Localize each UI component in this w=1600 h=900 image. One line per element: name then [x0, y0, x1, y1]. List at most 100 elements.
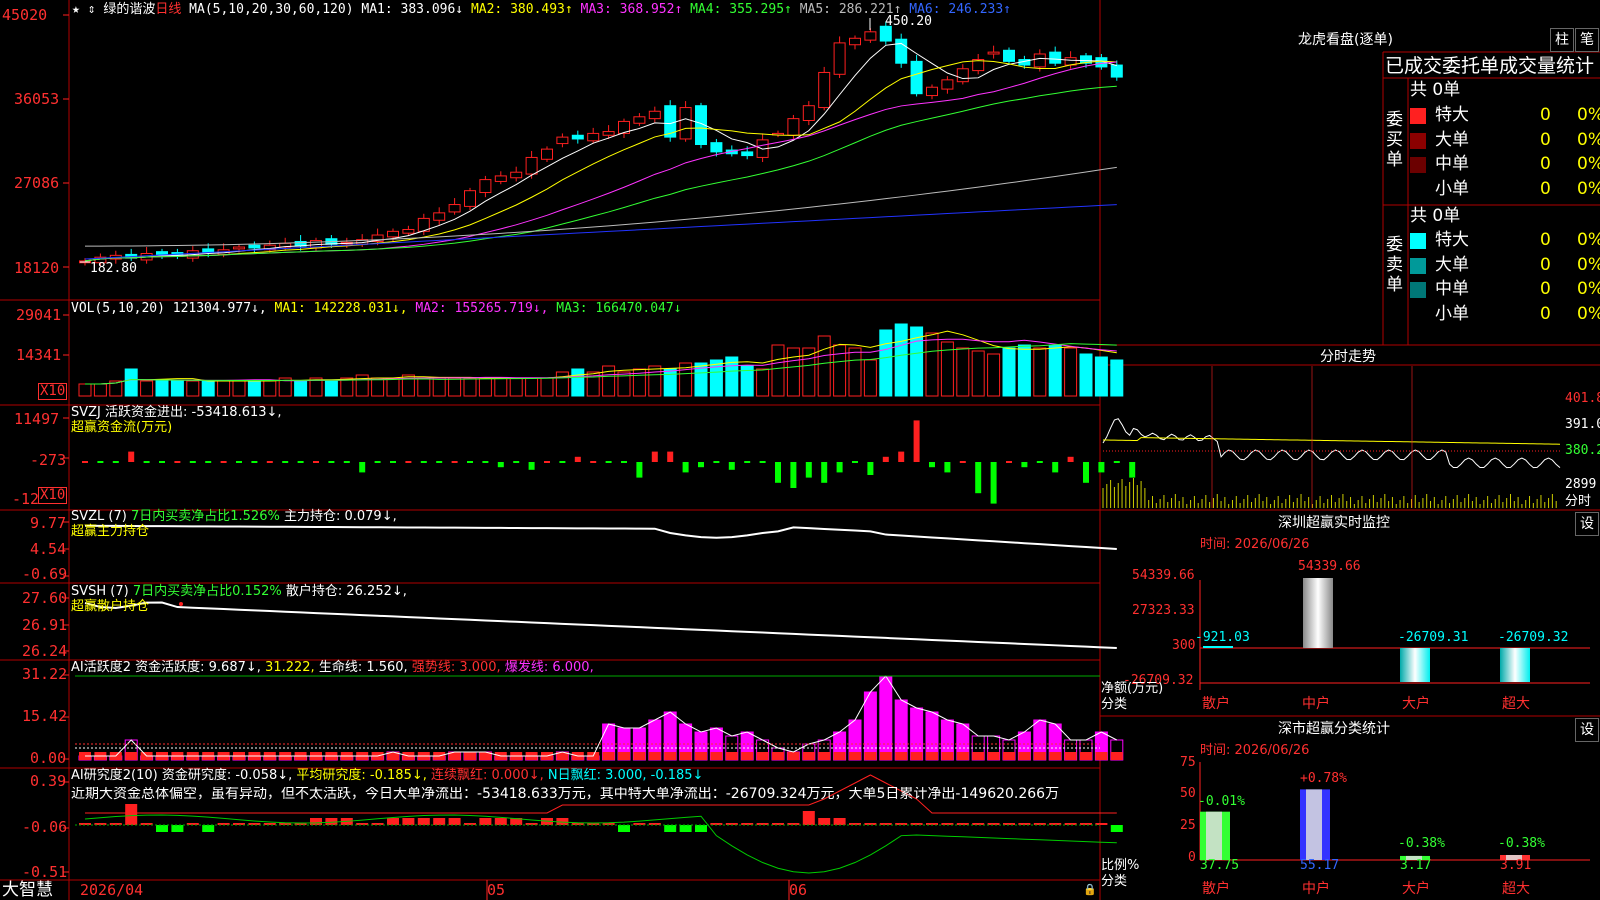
stock-name[interactable]: 绿的谐波 [103, 2, 155, 17]
activity-base-47 [802, 752, 815, 760]
vol-bar-22 [417, 377, 431, 397]
classify-axis-1: 75 [1180, 755, 1196, 770]
flow-bar-39 [682, 462, 689, 473]
svsh-subtitle: 超赢散户持仓 [71, 599, 150, 614]
research-bar-15 [310, 818, 322, 825]
flow-bar-21 [405, 461, 412, 463]
research-bar-40 [695, 825, 707, 832]
classify-time: 时间: 2026/06/26 [1200, 743, 1310, 758]
svzj-unit-badge: X10 [38, 487, 68, 504]
flow-bar-0 [82, 461, 88, 463]
activity-base-61 [1018, 752, 1031, 760]
classify-settings-button[interactable]: 设 [1575, 718, 1599, 742]
vol-bar-25 [463, 377, 477, 397]
bar-view-button[interactable]: 柱 [1550, 28, 1574, 52]
flow-bar-5 [159, 461, 165, 463]
research-bar-21 [402, 818, 415, 825]
monitor-settings-button[interactable]: 设 [1575, 512, 1599, 536]
buy-row-2-swatch [1410, 157, 1426, 173]
vol-bar-59 [987, 353, 1001, 397]
candle-body-21 [402, 228, 415, 234]
activity-base-52 [879, 752, 892, 760]
flow-bar-56 [944, 462, 951, 473]
research-bar-64 [1064, 823, 1077, 825]
svsh-mark [179, 602, 183, 606]
vol-bar-52 [879, 329, 893, 397]
activity-base-42 [725, 752, 738, 760]
candle-body-51 [864, 31, 877, 41]
classify-value-2: 3.17 [1400, 858, 1432, 873]
candle-body-48 [818, 71, 831, 109]
candle-body-10 [233, 246, 245, 250]
candle-body-36 [633, 116, 646, 124]
sell-row-3-count: 0 [1540, 303, 1551, 324]
intraday-avg-line [1102, 437, 1561, 445]
classify-value-1: 55.17 [1300, 858, 1340, 873]
candle-body-55 [926, 86, 938, 97]
flow-bar-28 [513, 461, 520, 463]
buy-row-3-swatch [1410, 181, 1426, 198]
flow-bar-15 [313, 461, 319, 463]
ai1-strong: 强势线: 3.000, [411, 660, 501, 675]
research-bar-35 [618, 825, 630, 832]
vol-bar-32 [571, 368, 585, 397]
vol-bar-20 [386, 377, 400, 397]
classify-axis-4: 0 [1188, 850, 1196, 865]
ai2-label: AI研究度2(10) [71, 768, 158, 783]
vol-axis-label-1: 29041 [16, 306, 62, 324]
activity-base-38 [664, 752, 677, 760]
research-bar-18 [356, 823, 369, 825]
svzl-subtitle: 超赢主力持仓 [71, 524, 150, 539]
sell-row-0-swatch [1410, 233, 1426, 249]
flow-bar-32 [574, 456, 581, 462]
dragon-tabs[interactable]: 已成交委托单成交量统计 [1385, 55, 1600, 77]
flow-bar-61 [1021, 462, 1028, 468]
ma1-value: MA1: 383.096↓ [361, 2, 464, 17]
vol-bar-46 [786, 347, 800, 397]
svzj-header: SVZJ 活跃资金进出: -53418.613↓, [71, 405, 282, 420]
high-price-mark: 450.20 [885, 14, 932, 29]
svsh-line [84, 601, 1117, 649]
ma-line-6 [84, 204, 1117, 260]
activity-base-41 [710, 752, 723, 760]
monitor-ylabel: 净额(万元) [1101, 681, 1164, 696]
monitor-value-2: -26709.31 [1398, 630, 1469, 645]
flow-bar-34 [605, 461, 612, 463]
research-bar-22 [417, 818, 430, 825]
classify-cat-3: 超大 [1502, 881, 1530, 897]
activity-base-50 [849, 752, 861, 760]
vol-bar-10 [232, 380, 246, 397]
vol-bar-53 [894, 323, 908, 397]
flow-bar-41 [713, 461, 720, 463]
buy-row-2-count: 0 [1540, 154, 1551, 174]
ai2-comment: 近期大资金总体偏空，虽有异动，但不太活跃，今日大单净流出：-53418.633万… [71, 787, 1060, 802]
flow-bar-19 [374, 461, 381, 463]
period-label[interactable]: 日线 [155, 2, 181, 17]
main-chart-canvas[interactable] [0, 0, 1600, 900]
vol-bar-64 [1064, 347, 1078, 397]
flow-bar-27 [497, 462, 504, 468]
activity-bar-53 [894, 699, 908, 761]
tick-view-button[interactable]: 笔 [1575, 28, 1599, 52]
activity-base-48 [818, 752, 831, 760]
svzl-axis-label-3: -0.69 [22, 565, 68, 583]
vol-bar-12 [263, 380, 277, 397]
vol-bar-49 [833, 344, 847, 397]
flow-bar-18 [359, 462, 366, 473]
buy-row-0-swatch [1410, 108, 1426, 124]
monitor-cat-2: 大户 [1402, 696, 1430, 712]
activity-base-44 [756, 752, 769, 760]
vol-bar-37 [648, 365, 662, 397]
research-bar-4 [140, 823, 153, 825]
lock-icon[interactable]: 🔒 [1083, 882, 1097, 897]
flow-bar-4 [143, 461, 150, 463]
svzl-label: SVZL (7) [71, 509, 127, 524]
low-price-mark: 182.80 [90, 261, 137, 276]
svzj-axis-label-1: 11497 [14, 410, 60, 428]
candle-body-37 [648, 110, 661, 120]
svsh-label: SVSH (7) [71, 584, 129, 599]
monitor-value-3: -26709.32 [1498, 630, 1569, 645]
flow-bar-48 [821, 462, 828, 483]
activity-base-57 [956, 752, 969, 760]
star-icon[interactable]: ★ ⇕ [72, 2, 95, 17]
